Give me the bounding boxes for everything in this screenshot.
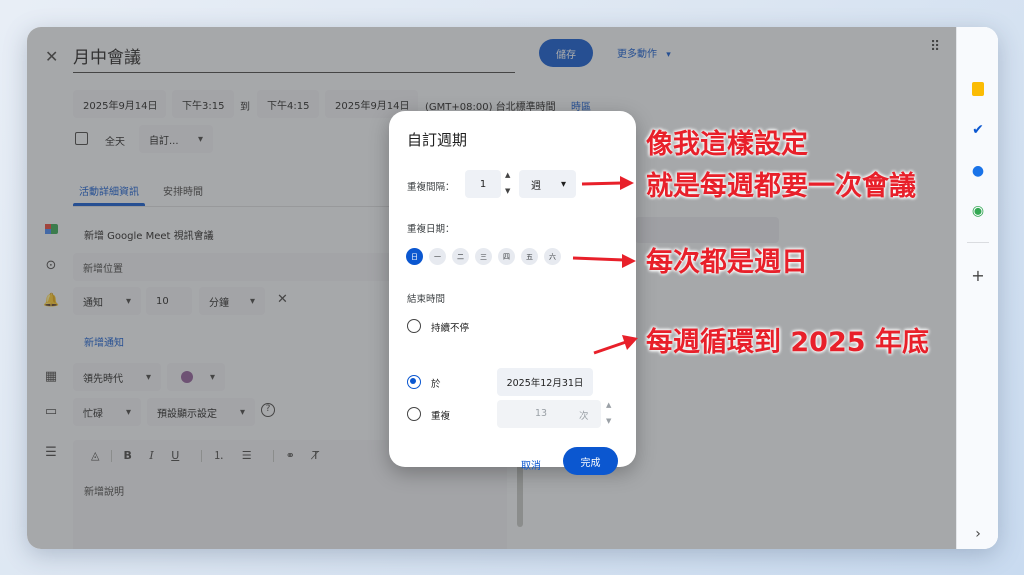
arrow-interval xyxy=(581,181,623,186)
annotation-line-3: 每次都是週日 xyxy=(646,247,808,278)
annotation-line-1: 像我這樣設定 xyxy=(646,129,808,160)
annotation-line-4: 每週循環到 2025 年底 xyxy=(646,327,929,358)
arrow-end-date xyxy=(593,340,627,355)
arrowhead-days xyxy=(622,254,636,268)
arrowhead-interval xyxy=(620,176,634,190)
annotation-arrows xyxy=(572,176,638,355)
annotation-line-2: 就是每週都要一次會議 xyxy=(646,171,916,202)
arrow-days xyxy=(572,256,625,262)
